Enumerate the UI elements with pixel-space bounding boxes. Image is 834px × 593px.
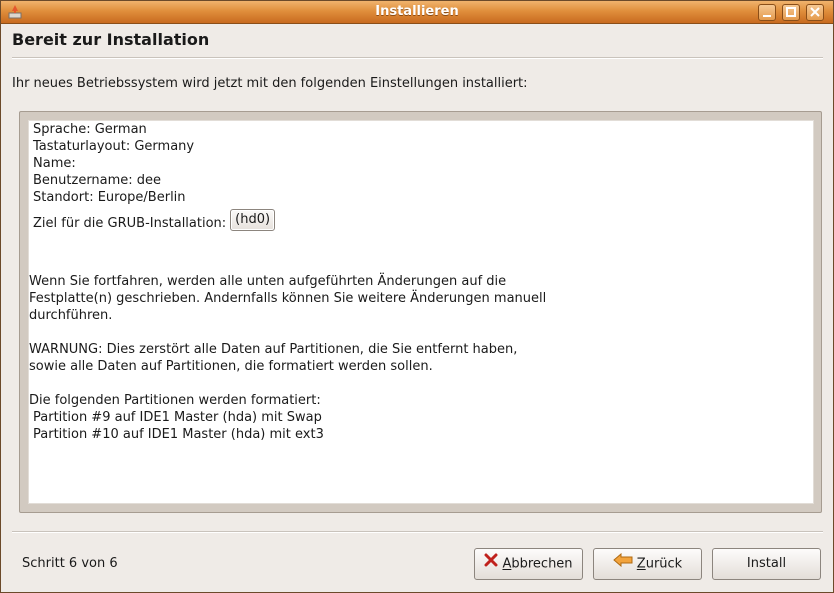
grub-target-button[interactable]: (hd0) [230,209,276,231]
minimize-icon [763,15,771,17]
step-indicator: Schritt 6 von 6 [22,556,118,571]
back-button[interactable]: Zurück [593,548,702,580]
intro-text: Ihr neues Betriebssystem wird jetzt mit … [12,76,528,91]
maximize-button[interactable] [782,4,800,21]
minimize-button[interactable] [758,4,776,21]
partition-item: Partition #10 auf IDE1 Master (hda) mit … [33,427,324,442]
warning-line: WARNUNG: Dies zerstört alle Daten auf Pa… [29,342,518,357]
setting-keyboard: Tastaturlayout: Germany [33,139,195,154]
setting-language: Sprache: German [33,122,147,137]
warning-line: Wenn Sie fortfahren, werden alle unten a… [29,274,507,289]
install-button[interactable]: Install [712,548,821,580]
summary-frame: Sprache: German Tastaturlayout: Germany … [19,111,822,513]
partition-item: Partition #9 auf IDE1 Master (hda) mit S… [33,410,322,425]
close-button[interactable] [806,4,824,21]
window-title: Installieren [375,4,459,19]
summary-text-area[interactable]: Sprache: German Tastaturlayout: Germany … [28,120,814,504]
partitions-heading: Die folgenden Partitionen werden formati… [29,393,321,408]
setting-name: Name: [33,156,76,171]
setting-username: Benutzername: dee [33,173,162,188]
setting-location: Standort: Europe/Berlin [33,190,186,205]
divider [12,531,823,533]
x-icon [484,549,498,579]
warning-line: durchführen. [29,308,113,323]
maximize-icon [786,7,796,17]
grub-row: Ziel für die GRUB-Installation: (hd0) [33,209,276,231]
page-title: Bereit zur Installation [12,30,210,49]
cancel-label: bbrechen [511,556,573,572]
back-label: urück [645,556,683,572]
back-mnemonic: Z [636,556,646,572]
grub-label: Ziel für die GRUB-Installation: [33,216,227,231]
cancel-button[interactable]: Abbrechen [474,548,583,580]
warning-line: Festplatte(n) geschrieben. Andernfalls k… [29,291,547,306]
installer-window: Installieren Bereit zur Installation Ihr… [0,0,834,593]
warning-line: sowie alle Daten auf Partitionen, die fo… [29,359,433,374]
close-icon [810,7,820,17]
arrow-left-icon [613,549,633,579]
divider [12,57,823,59]
title-bar[interactable]: Installieren [1,1,833,24]
